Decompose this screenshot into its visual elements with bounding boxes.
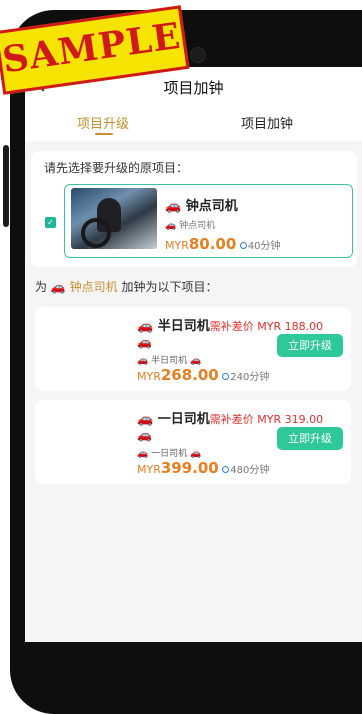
car-icon: 🚗 (50, 280, 66, 294)
option-card: 🚗 一日司机需补差价 MYR 319.00 🚗 🚗 一日司机 🚗 MYR399.… (35, 400, 351, 484)
option-subtitle: 🚗 一日司机 🚗 (137, 449, 202, 459)
original-item-card: 请先选择要升级的原项目： ✓ 🚗 钟点司机 🚗 钟点司机 MYR80.00 40… (31, 151, 357, 267)
car-icon: 🚗 (189, 449, 202, 459)
side-button (3, 145, 9, 227)
steering-wheel-icon (81, 218, 111, 248)
clock-icon (239, 242, 247, 249)
option-price: MYR268.00 240分钟 (137, 366, 270, 384)
app-screen: 项目加钟 项目升级 项目加钟 请先选择要升级的原项目： ✓ 🚗 钟点司机 🚗 钟… (25, 67, 362, 642)
tab-extend[interactable]: 项目加钟 (241, 113, 293, 132)
camera-icon (190, 47, 206, 63)
item-subtitle: 🚗 钟点司机 (165, 221, 216, 231)
upgrade-button[interactable]: 立即升级 (277, 334, 343, 357)
tab-upgrade[interactable]: 项目升级 (77, 113, 129, 132)
item-thumbnail (71, 188, 157, 249)
car-icon: 🚗 (137, 335, 152, 349)
car-icon: 🚗 (137, 412, 154, 427)
option-price: MYR399.00 480分钟 (137, 459, 270, 477)
option-subtitle: 🚗 半日司机 🚗 (137, 356, 202, 366)
car-icon: 🚗 (189, 356, 202, 366)
car-icon: 🚗 (165, 199, 182, 214)
car-icon: 🚗 (137, 449, 149, 459)
car-icon: 🚗 (165, 221, 177, 231)
item-price: MYR80.00 40分钟 (165, 235, 281, 253)
tab-bar: 项目升级 项目加钟 (25, 105, 362, 141)
select-prompt: 请先选择要升级的原项目： (44, 161, 189, 175)
checkbox-checked-icon[interactable]: ✓ (45, 217, 56, 228)
option-title: 🚗 半日司机需补差价 MYR 188.00 (137, 319, 324, 334)
upgrade-button[interactable]: 立即升级 (277, 427, 343, 450)
option-title: 🚗 一日司机需补差价 MYR 319.00 (137, 412, 324, 427)
car-icon: 🚗 (137, 319, 154, 334)
item-name: 🚗 钟点司机 (165, 199, 238, 214)
option-card: 🚗 半日司机需补差价 MYR 188.00 🚗 🚗 半日司机 🚗 MYR268.… (35, 307, 351, 391)
clock-icon (222, 373, 230, 380)
car-icon: 🚗 (137, 428, 152, 442)
tab-active-indicator (95, 133, 113, 135)
clock-icon (222, 466, 230, 473)
extend-for-line: 为 🚗 钟点司机 加钟为以下项目： (35, 280, 218, 294)
car-icon: 🚗 (137, 356, 149, 366)
selected-item[interactable]: 🚗 钟点司机 🚗 钟点司机 MYR80.00 40分钟 (64, 184, 353, 258)
